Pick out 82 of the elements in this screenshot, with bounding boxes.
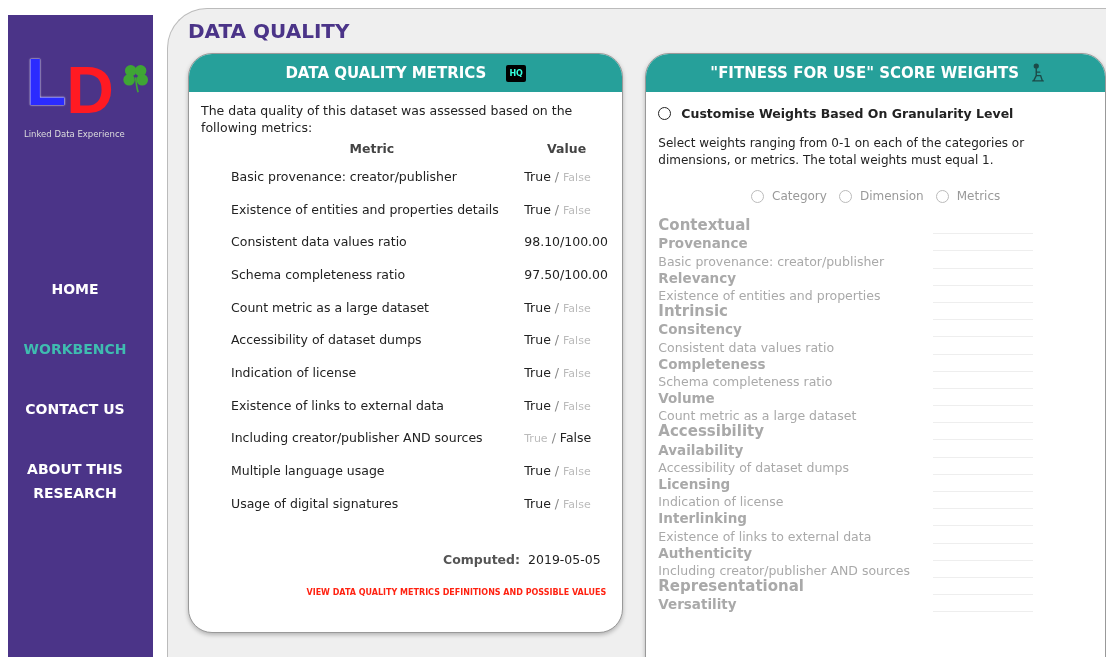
metric-name: Usage of digital signatures — [230, 495, 400, 511]
instructions-text: Select weights ranging from 0-1 on each of the categories or dimensions, or metrics. The total weights must equal 1. — [658, 135, 1026, 169]
weight-label: Provenance — [658, 235, 748, 252]
separator-text: / — [554, 364, 560, 380]
value-option: False — [563, 170, 591, 184]
weight-label: Existence of entities and properties — [658, 287, 881, 303]
metric-name: Multiple language usage — [230, 463, 386, 479]
weight-label: Existence of links to external data — [658, 528, 872, 544]
metric-value: 97.50/100.00 — [523, 266, 609, 282]
intro-text: The data quality of this dataset was assessed based on the following metrics: — [201, 102, 574, 136]
weight-label: Availability — [658, 441, 744, 458]
nav-link[interactable]: HOME — [20, 277, 130, 301]
value-option: True — [524, 397, 551, 413]
separator-text: / — [554, 299, 560, 315]
nav-link[interactable]: CONTACT US — [20, 397, 130, 421]
nav-link[interactable]: ABOUT THIS RESEARCH — [20, 457, 130, 505]
weight-label: Licensing — [658, 476, 731, 492]
metric-name: Indication of license — [230, 364, 358, 380]
nav-link[interactable]: WORKBENCH — [20, 337, 130, 361]
value-option: False — [563, 465, 591, 479]
weight-label: Indication of license — [658, 494, 784, 510]
weight-label: Basic provenance: creator/publisher — [658, 253, 885, 269]
value-option: True — [524, 201, 551, 217]
weight-label: Completeness — [658, 355, 766, 372]
weight-label: Schema completeness ratio — [658, 373, 833, 389]
value-option: False — [559, 430, 592, 446]
value-option: False — [563, 399, 591, 413]
weight-label: Representational — [658, 577, 804, 596]
weight-label: Accessibility of dataset dumps — [658, 459, 849, 475]
logo-letter: D — [66, 57, 114, 123]
separator-text: / — [554, 463, 560, 479]
column-header: Value — [546, 140, 588, 156]
card-title: "FITNESS FOR USE" SCORE WEIGHTS — [710, 64, 1020, 82]
metric-name: Existence of entities and properties details — [230, 201, 500, 217]
separator-text: / — [554, 201, 560, 217]
metric-name: Basic provenance: creator/publisher — [230, 168, 458, 184]
value-option: True — [524, 332, 551, 348]
metric-name: Including creator/publisher AND sources — [230, 430, 484, 446]
value-option: True — [524, 432, 548, 446]
computed-date: 2019-05-05 — [528, 551, 601, 567]
weight-label: Intrinsic — [658, 302, 728, 321]
metric-name: Schema completeness ratio — [230, 266, 407, 282]
card-title: DATA QUALITY METRICS — [285, 64, 487, 82]
value-option: True — [524, 364, 551, 380]
value-option: True — [524, 168, 551, 184]
metric-name: Count metric as a large dataset — [230, 299, 430, 315]
value-option: True — [524, 299, 551, 315]
separator-text: / — [551, 430, 556, 446]
value-option: False — [563, 301, 591, 315]
hq-badge: HQ — [506, 64, 526, 82]
logo-letter: L — [26, 49, 67, 115]
weight-label: Authenticity — [658, 544, 753, 561]
weight-label: Interlinking — [658, 510, 747, 527]
metric-name: Consistent data values ratio — [230, 234, 408, 250]
value-option: False — [563, 203, 591, 217]
separator-text: / — [554, 495, 560, 511]
logo-tagline: Linked Data Experience — [24, 129, 126, 139]
weight-label: Including creator/publisher AND sources — [658, 562, 910, 578]
value-option: False — [563, 334, 591, 348]
metric-name: Existence of links to external data — [230, 397, 446, 413]
separator-text: / — [554, 397, 560, 413]
value-option: False — [563, 366, 591, 380]
weight-label: Count metric as a large dataset — [658, 408, 857, 424]
column-header: Metric — [348, 140, 396, 156]
metric-name: Accessibility of dataset dumps — [230, 332, 423, 348]
weight-label: Volume — [658, 390, 715, 407]
page-title: DATA QUALITY — [188, 19, 351, 43]
value-option: True — [524, 495, 551, 511]
weight-label: Consitency — [658, 321, 742, 338]
value-option: False — [563, 497, 591, 511]
metric-value: 98.10/100.00 — [523, 234, 609, 250]
separator-text: / — [554, 332, 560, 348]
weight-label: Versatility — [658, 596, 737, 613]
weight-label: Contextual — [658, 216, 751, 235]
weight-label: Consistent data values ratio — [658, 339, 835, 355]
separator-text: / — [554, 168, 560, 184]
value-option: True — [524, 463, 551, 479]
person-icon — [1031, 63, 1046, 83]
computed-label: Computed: — [443, 551, 521, 567]
definitions-link[interactable]: VIEW DATA QUALITY METRICS DEFINITIONS AND POSSIBLE VALUES — [306, 586, 607, 598]
weight-label: Accessibility — [658, 422, 764, 441]
weight-label: Relevancy — [658, 269, 736, 286]
